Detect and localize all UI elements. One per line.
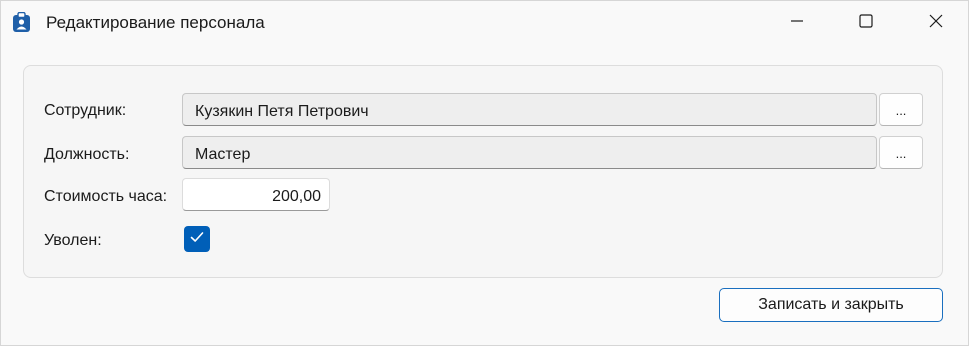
close-button[interactable] <box>913 1 959 45</box>
position-field[interactable]: Мастер <box>182 136 877 169</box>
position-label: Должность: <box>44 146 130 163</box>
close-icon <box>929 14 943 33</box>
title-bar[interactable]: Редактирование персонала <box>1 1 968 45</box>
maximize-button[interactable] <box>843 1 889 45</box>
maximize-icon <box>859 13 873 33</box>
employee-select-button[interactable]: ... <box>879 93 923 126</box>
employee-label: Сотрудник: <box>44 102 127 119</box>
save-and-close-button[interactable]: Записать и закрыть <box>719 288 943 322</box>
minimize-icon <box>790 14 804 33</box>
employee-badge-icon <box>12 11 31 33</box>
hour-cost-label: Стоимость часа: <box>44 188 168 205</box>
position-select-button[interactable]: ... <box>879 136 923 169</box>
employee-field[interactable]: Кузякин Петя Петрович <box>182 93 877 126</box>
checkmark-icon <box>189 229 205 250</box>
window-title: Редактирование персонала <box>46 13 265 32</box>
dismissed-label: Уволен: <box>44 232 102 249</box>
hour-cost-input[interactable]: 200,00 <box>182 178 330 211</box>
edit-staff-window: Редактирование персонала Сотрудник: Кузя… <box>0 0 969 346</box>
minimize-button[interactable] <box>774 1 820 45</box>
dismissed-checkbox[interactable] <box>184 226 210 252</box>
